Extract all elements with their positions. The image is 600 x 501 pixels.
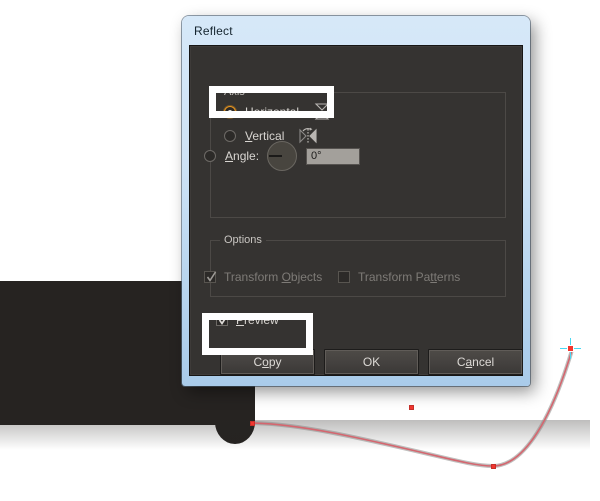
radio-vertical-indicator[interactable]	[224, 130, 236, 142]
dialog-body: Axis Horizontal Vertical Angle: 0° Optio…	[189, 45, 523, 376]
checkbox-transform-objects-box[interactable]	[204, 271, 217, 283]
options-group-label: Options	[220, 234, 266, 246]
cancel-button[interactable]: Cancel	[428, 349, 523, 375]
angle-dial-icon[interactable]	[267, 141, 298, 171]
radio-horizontal-label: Horizontal	[245, 105, 300, 119]
check-tick-icon	[206, 271, 217, 282]
radio-horizontal[interactable]: Horizontal	[224, 102, 333, 122]
ok-button-label: OK	[362, 355, 381, 369]
checkbox-transform-objects[interactable]: Transform Objects	[204, 268, 322, 286]
checkbox-transform-patterns[interactable]: Transform Patterns	[338, 268, 460, 286]
checkbox-transform-objects-label: Transform Objects	[224, 270, 323, 284]
path-anchor-point[interactable]	[491, 464, 496, 469]
copy-button[interactable]: Copy	[220, 349, 315, 375]
path-anchor-point[interactable]	[409, 405, 414, 410]
check-tick-icon	[218, 314, 229, 326]
reflect-vertical-icon	[298, 127, 318, 145]
radio-angle-indicator[interactable]	[204, 150, 216, 162]
reflect-horizontal-icon	[313, 103, 333, 121]
radio-vertical[interactable]: Vertical	[224, 126, 318, 146]
checkbox-preview-box[interactable]	[216, 314, 229, 326]
checkbox-preview-label: Preview	[236, 313, 279, 327]
reflect-dialog[interactable]: Reflect Axis Horizontal Vertical Angle: …	[182, 16, 530, 386]
dialog-title: Reflect	[194, 24, 233, 38]
radio-horizontal-indicator[interactable]	[224, 106, 236, 118]
radio-angle[interactable]: Angle:	[204, 141, 361, 171]
checkbox-preview[interactable]: Preview	[216, 311, 279, 329]
path-anchor-point[interactable]	[250, 421, 255, 426]
ok-button[interactable]: OK	[324, 349, 419, 375]
angle-input[interactable]	[306, 147, 361, 165]
copy-button-label: Copy	[253, 355, 282, 369]
path-anchor-point[interactable]	[567, 345, 574, 352]
checkbox-transform-patterns-label: Transform Patterns	[358, 270, 461, 284]
crosshair-cursor	[560, 338, 581, 359]
dialog-titlebar[interactable]: Reflect	[182, 16, 530, 45]
checkbox-transform-patterns-box[interactable]	[338, 271, 350, 283]
radio-angle-label: Angle:	[225, 149, 260, 163]
cancel-button-label: Cancel	[456, 355, 495, 369]
axis-group-label: Axis	[220, 86, 249, 98]
